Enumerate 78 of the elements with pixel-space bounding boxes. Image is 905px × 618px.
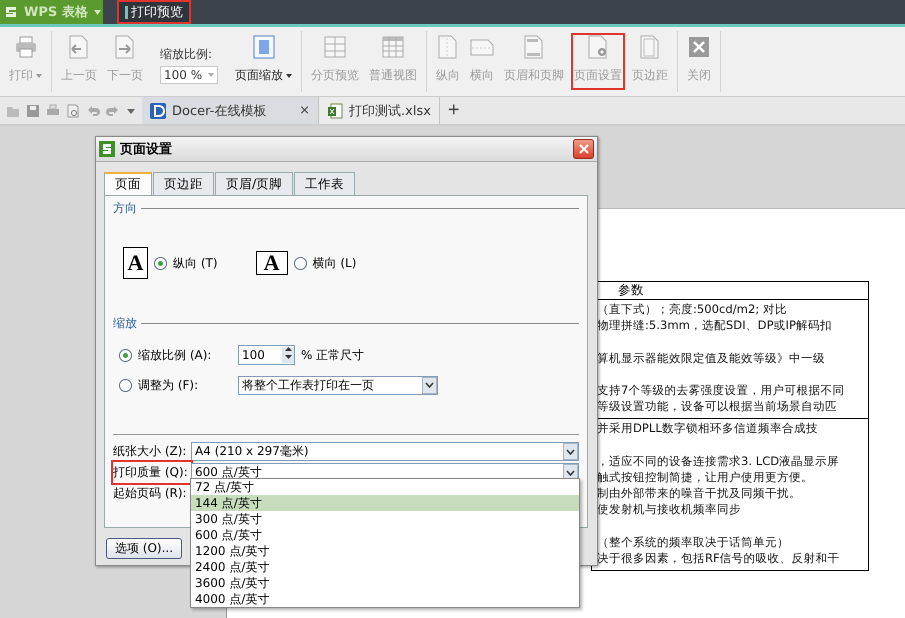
wps-logo-icon — [4, 5, 18, 19]
close-icon — [687, 35, 711, 59]
fit-select[interactable]: 将整个工作表打印在一页 — [238, 376, 438, 394]
scale-input[interactable]: 100 — [238, 345, 295, 365]
table-grid-icon — [381, 35, 405, 59]
options-button[interactable]: 选项 (O)... — [106, 538, 182, 559]
table-cell-text: （整个系统的频率取决于话筒单元） — [597, 534, 790, 550]
table-cell-text: 触式按钮控制简捷，让用户使用更方便。 — [597, 468, 814, 486]
save-icon — [26, 104, 40, 118]
dialog-tab[interactable]: 工作表 — [294, 172, 356, 195]
dialog-title: 页面设置 — [120, 141, 173, 158]
radio-button[interactable] — [119, 348, 132, 362]
chevron-down-icon — [566, 448, 575, 454]
zoom-label: 缩放比例: — [160, 46, 214, 63]
wps-sheet-logo-icon — [99, 141, 115, 157]
field-label: 起始页码 (R): — [113, 485, 188, 502]
table-cell-text: 支持7个等级的去雾强度设置，用户可根据不同 — [597, 382, 846, 398]
dropdown-option[interactable]: 3600 点/英寸 — [191, 575, 579, 591]
docer-logo-icon — [150, 102, 166, 118]
redo-icon — [106, 104, 120, 118]
document-tab[interactable]: 打印测试.xlsx — [319, 97, 440, 124]
section-heading: 缩放 — [113, 315, 137, 332]
dropdown-option[interactable]: 300 点/英寸 — [191, 511, 579, 527]
dropdown-select[interactable]: A4 (210 x 297毫米) — [191, 442, 579, 461]
tab-label: Docer-在线模板 — [172, 102, 266, 120]
landscape-page-icon: A — [256, 251, 288, 275]
dropdown-option[interactable]: 1200 点/英寸 — [191, 543, 579, 559]
radio-button[interactable] — [294, 256, 307, 270]
table-cell-text: 等级设置功能，设备可以根据当前场景自动匹 — [597, 398, 838, 414]
undo-icon — [86, 104, 100, 118]
zoom-select[interactable]: 100 % — [160, 66, 218, 84]
spreadsheet-file-icon — [327, 102, 343, 118]
table-cell-text: 使发射机与接收机频率同步 — [597, 501, 742, 518]
spinner-icon[interactable] — [282, 347, 294, 363]
document-tab[interactable]: Docer-在线模板 × — [142, 97, 319, 124]
caret-icon — [208, 73, 214, 77]
page-zoom-icon — [252, 35, 276, 59]
app-name: WPS 表格 — [24, 4, 88, 21]
scale-unit-label: % 正常尺寸 — [301, 346, 364, 364]
page-grid-icon — [323, 35, 347, 59]
portrait-page-icon: A — [123, 247, 148, 279]
table-cell-text: 制由外部带来的噪音干扰及同频干扰。 — [597, 485, 802, 502]
tab-marker-icon — [125, 6, 128, 18]
dialog-tab[interactable]: 页面 — [104, 172, 152, 195]
table-cell-text: 并采用DPLL数字锁相环多信道频率合成技 — [597, 420, 819, 436]
radio-label: 纵向 (T) — [173, 254, 218, 272]
dropdown-option[interactable]: 4000 点/英寸 — [191, 591, 579, 607]
radio-label: 横向 (L) — [312, 254, 356, 272]
table-cell-text: 算机显示器能效限定值及能效等级》中一级 — [597, 350, 826, 366]
printer-icon — [46, 104, 60, 118]
dropdown-option[interactable]: 2400 点/英寸 — [191, 559, 579, 575]
printer-icon — [14, 35, 38, 59]
dialog-tab[interactable]: 页边距 — [153, 172, 214, 195]
dropdown-option[interactable]: 144 点/英寸 — [191, 495, 579, 511]
field-label: 纸张大小 (Z): — [113, 443, 188, 460]
table-cell-text: （直下式）；亮度:500cd/m2; 对比 — [597, 301, 788, 318]
print-preview-tab[interactable]: 打印预览 — [117, 0, 191, 24]
tab-label: 打印测试.xlsx — [349, 102, 431, 120]
close-icon — [578, 144, 588, 154]
close-button[interactable] — [573, 139, 594, 159]
radio-label: 缩放比例 (A): — [138, 346, 212, 364]
field-label: 打印质量 (Q): — [113, 462, 191, 483]
print-preview-icon — [66, 104, 80, 118]
radio-button[interactable] — [119, 378, 132, 392]
section-heading: 方向 — [113, 200, 137, 217]
radio-button[interactable] — [154, 256, 167, 270]
new-tab-button[interactable]: + — [440, 97, 468, 124]
table-cell-text: 决于很多因素，包括RF信号的吸收、反射和干 — [597, 550, 841, 566]
dropdown-option[interactable]: 72 点/英寸 — [191, 479, 579, 495]
dropdown-option[interactable]: 600 点/英寸 — [191, 527, 579, 543]
toolbar-button[interactable]: 页面缩放 — [232, 33, 295, 90]
dialog-tab[interactable]: 页眉/页脚 — [215, 172, 294, 195]
radio-label: 调整为 (F): — [138, 376, 200, 394]
chevron-down-icon — [425, 382, 434, 388]
table-cell-text: ，适应不同的设备连接需求3. LCD液晶显示屏 — [597, 452, 840, 469]
caret-icon — [94, 10, 101, 14]
chevron-down-icon — [566, 470, 575, 476]
close-tab-button[interactable]: × — [299, 103, 310, 118]
